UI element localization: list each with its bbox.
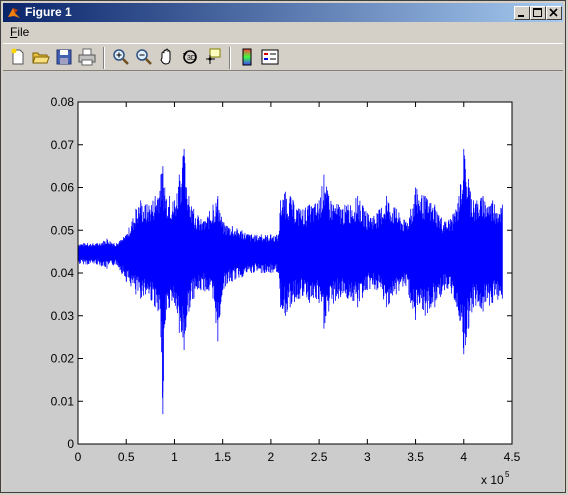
y-tick-label: 0.05 (51, 223, 75, 237)
data-cursor-icon[interactable] (203, 47, 223, 67)
x-tick-label: 4.5 (504, 450, 521, 464)
title-bar[interactable]: Figure 1 (3, 3, 563, 22)
toolbar-separator (229, 47, 231, 69)
x-tick-label: 1 (171, 450, 178, 464)
minimize-icon (518, 15, 524, 17)
legend-icon[interactable] (260, 47, 280, 67)
x-tick-label: 2.5 (311, 450, 328, 464)
x-exponent-power: 5 (505, 470, 510, 479)
svg-text:3D: 3D (187, 55, 196, 62)
toolbar-separator (103, 47, 105, 69)
maximize-icon (533, 8, 542, 17)
x-tick-label: 0 (75, 450, 82, 464)
y-tick-label: 0.04 (51, 266, 75, 280)
zoom-out-icon[interactable] (134, 47, 154, 67)
close-icon (549, 8, 558, 17)
x-tick-label: 3 (364, 450, 371, 464)
pan-hand-icon[interactable] (157, 47, 177, 67)
menu-bar: File (3, 23, 563, 41)
plot-svg: 0 0.5 1 1.5 2 2.5 3 3.5 4 4.5 0 0.01 0.02 0.03 0.04 0.0… (51, 95, 521, 487)
menu-file-label: ile (17, 25, 30, 39)
menu-file[interactable]: File (10, 25, 29, 39)
rotate-3d-icon[interactable]: 3D (180, 47, 200, 67)
colorbar-icon[interactable] (237, 47, 257, 67)
y-tick-label: 0.03 (51, 309, 75, 323)
close-button[interactable] (546, 6, 562, 20)
x-tick-label: 0.5 (118, 450, 135, 464)
y-tick-label: 0.02 (51, 352, 75, 366)
y-tick-label: 0 (67, 437, 74, 451)
figure-canvas: 0 0.5 1 1.5 2 2.5 3 3.5 4 4.5 0 0.01 0.02 0.03 0.04 0.0… (3, 72, 563, 492)
figure-window: Figure 1 File 3D 0 0.5 1 1.5 2 2.5 3 3.5… (0, 0, 566, 493)
matlab-logo-icon (8, 8, 20, 18)
maximize-button[interactable] (530, 6, 546, 20)
window-title: Figure 1 (25, 5, 72, 19)
new-figure-icon[interactable] (8, 47, 28, 67)
save-icon[interactable] (54, 47, 74, 67)
y-tick-label: 0.01 (51, 394, 75, 408)
print-icon[interactable] (77, 47, 97, 67)
y-tick-label: 0.08 (51, 95, 75, 109)
zoom-in-icon[interactable] (111, 47, 131, 67)
y-tick-label: 0.07 (51, 138, 75, 152)
x-tick-label: 2 (268, 450, 275, 464)
figure-toolbar: 3D (3, 43, 563, 71)
open-file-icon[interactable] (31, 47, 51, 67)
y-tick-label: 0.06 (51, 181, 75, 195)
x-tick-label: 3.5 (407, 450, 424, 464)
minimize-button[interactable] (514, 6, 530, 20)
x-exponent-label: x 10 (481, 473, 504, 487)
x-tick-label: 1.5 (214, 450, 231, 464)
x-tick-label: 4 (460, 450, 467, 464)
